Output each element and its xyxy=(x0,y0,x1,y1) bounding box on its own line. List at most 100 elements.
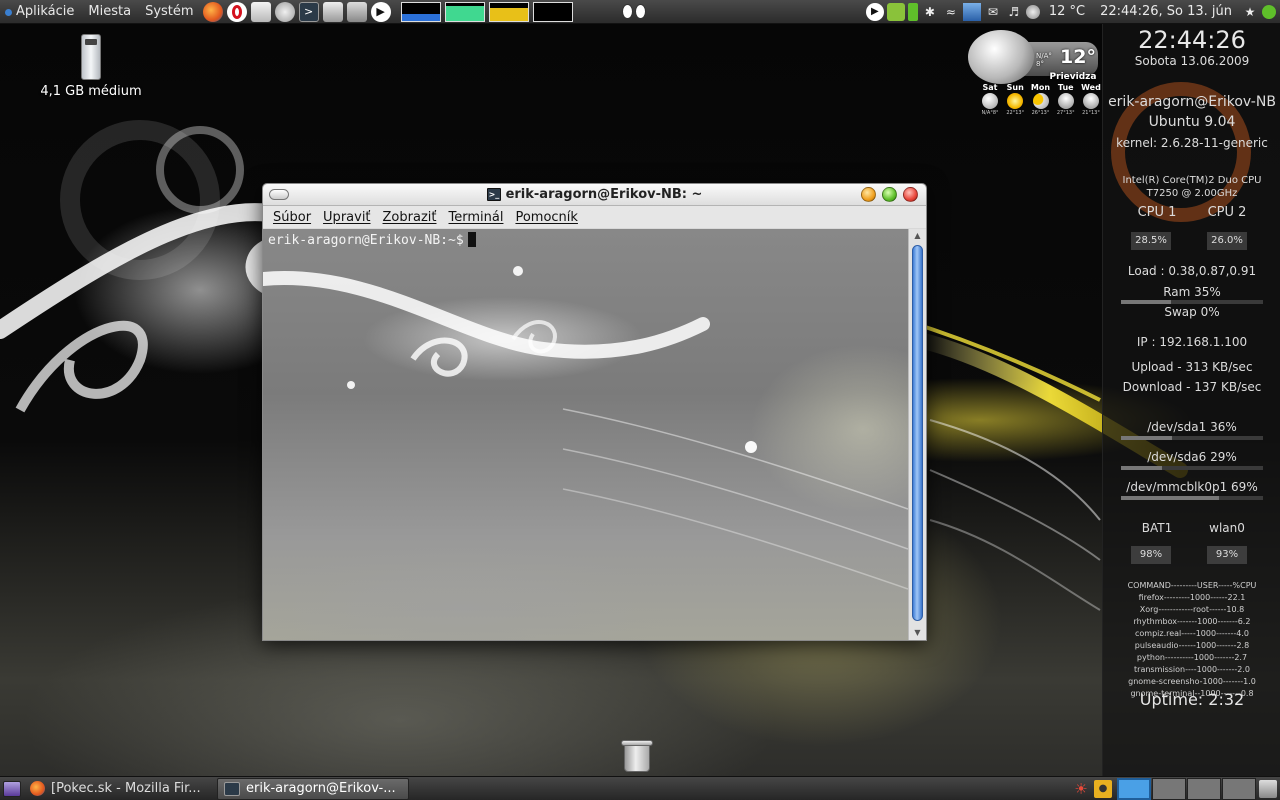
terminal-launcher-icon[interactable]: > xyxy=(298,1,319,22)
maximize-button[interactable] xyxy=(882,187,897,202)
forecast-temps: 21°13° xyxy=(1082,110,1100,116)
terminal-content[interactable]: erik-aragorn@Erikov-NB:~$ xyxy=(263,229,908,640)
lock-icon[interactable]: ● xyxy=(1094,779,1112,798)
menu-terminal[interactable]: Terminál xyxy=(443,210,510,225)
temperature-applet[interactable]: 12 °C xyxy=(1043,4,1091,19)
workspace-3[interactable] xyxy=(1187,777,1221,800)
applications-menu[interactable]: Aplikácie xyxy=(0,0,81,24)
system-menu[interactable]: Systém xyxy=(138,0,200,24)
weather-location: Prievidza xyxy=(1049,72,1097,82)
forecast-day-name: Mon xyxy=(1030,83,1051,92)
workspace-2[interactable] xyxy=(1152,777,1186,800)
wifi-icon[interactable]: ≈ xyxy=(942,3,960,21)
menu-file[interactable]: Súbor xyxy=(267,210,317,225)
prompt-text: erik-aragorn@Erikov-NB:~$ xyxy=(268,233,464,248)
drive-icon xyxy=(81,34,101,80)
sun-icon[interactable]: ☀ xyxy=(1072,780,1090,798)
menu-edit[interactable]: Upraviť xyxy=(317,210,376,225)
trash-icon[interactable] xyxy=(620,738,654,772)
terminal-window[interactable]: >_ erik-aragorn@Erikov-NB: ~ Súbor Uprav… xyxy=(262,183,927,641)
terminal-background-swirls xyxy=(263,266,908,590)
conky-battery-wlan-headers: BAT1 wlan0 xyxy=(1103,521,1280,535)
conky-load: Load : 0.38,0.87,0.91 xyxy=(1127,264,1257,278)
window-menu-button[interactable] xyxy=(269,189,289,200)
mail-client-icon[interactable] xyxy=(250,1,271,22)
status-online-icon[interactable] xyxy=(1262,4,1276,19)
update-notifier-icon[interactable] xyxy=(886,2,905,21)
show-desktop-icon[interactable] xyxy=(3,780,21,797)
forecast-day-name: Sat xyxy=(982,83,998,92)
forecast-day: Mon 26°13° xyxy=(1029,83,1053,116)
conky-monitor: 22:44:26 Sobota 13.06.2009 erik-aragorn@… xyxy=(1102,24,1280,776)
workspace-switcher xyxy=(1116,777,1256,800)
forecast-temps: 27°13° xyxy=(1056,110,1075,116)
sda1-bar-track xyxy=(1121,436,1263,440)
places-menu[interactable]: Miesta xyxy=(81,0,138,24)
taskbar-firefox[interactable]: [Pokec.sk - Mozilla Fir... xyxy=(24,778,214,800)
conky-user: erik-aragorn@Erikov-NB xyxy=(1108,94,1276,110)
weather-small-temps: N/A° 8° xyxy=(1036,52,1052,68)
memory-graph[interactable] xyxy=(444,1,485,22)
opera-icon[interactable] xyxy=(226,1,247,22)
ram-bar-track xyxy=(1121,300,1263,304)
forecast-day: Wed 21°13° xyxy=(1079,83,1103,116)
clock-applet[interactable]: 22:44:26, So 13. jún xyxy=(1094,4,1238,19)
cpu1-value: 28.5% xyxy=(1131,232,1171,250)
battery-icon[interactable] xyxy=(907,2,918,21)
bluetooth-icon[interactable]: ✱ xyxy=(921,3,939,21)
weather-icon[interactable] xyxy=(1025,4,1040,19)
menu-view[interactable]: Zobraziť xyxy=(377,210,443,225)
screenshot-icon[interactable] xyxy=(346,1,367,22)
firefox-icon[interactable] xyxy=(202,1,223,22)
media-player-launcher-icon[interactable] xyxy=(322,1,343,22)
conky-clock: 22:44:26 xyxy=(1138,26,1246,54)
mail-icon[interactable]: ✉ xyxy=(984,3,1002,21)
workspace-1[interactable] xyxy=(1117,777,1151,800)
user-switch-icon[interactable]: ★ xyxy=(1241,3,1259,21)
terminal-scrollbar[interactable]: ▲ ▼ xyxy=(908,229,926,640)
menu-help[interactable]: Pomocník xyxy=(509,210,583,225)
play-icon[interactable]: ▶ xyxy=(370,1,391,22)
weather-current-temp: 12° xyxy=(1060,46,1096,68)
terminal-title: >_ erik-aragorn@Erikov-NB: ~ xyxy=(486,187,703,202)
trash-can-body xyxy=(624,744,650,772)
terminal-title-text: erik-aragorn@Erikov-NB: ~ xyxy=(505,187,703,202)
chat-icon[interactable] xyxy=(274,1,295,22)
trash-can-lid xyxy=(621,740,653,746)
sun-icon xyxy=(1007,93,1024,109)
conky-swap: Swap 0% xyxy=(1164,305,1220,319)
network-graph[interactable] xyxy=(488,1,529,22)
close-button[interactable] xyxy=(903,187,918,202)
media-play-icon[interactable]: ▶ xyxy=(865,2,884,21)
workspace-4[interactable] xyxy=(1222,777,1256,800)
forecast-day: Sat N/A°8° xyxy=(978,83,1002,116)
minimize-button[interactable] xyxy=(861,187,876,202)
scroll-up-arrow-icon[interactable]: ▲ xyxy=(909,229,926,243)
sda1-bar xyxy=(1121,436,1173,440)
conky-uptime: Uptime: 2:32 xyxy=(1139,690,1245,709)
text-cursor xyxy=(467,232,476,247)
trash-applet-icon[interactable] xyxy=(1259,779,1277,798)
network-manager-icon[interactable] xyxy=(962,2,981,21)
removable-drive-icon[interactable]: 4,1 GB médium xyxy=(36,34,146,99)
scroll-down-arrow-icon[interactable]: ▼ xyxy=(909,626,926,640)
eyes-icon xyxy=(619,2,649,22)
forecast-day-name: Tue xyxy=(1057,83,1074,92)
conky-sda6: /dev/sda6 29% xyxy=(1147,450,1237,464)
moon-icon xyxy=(982,93,998,109)
cpu-graph[interactable] xyxy=(400,1,441,22)
mmc-bar xyxy=(1121,496,1219,500)
conky-ram: Ram 35% xyxy=(1163,285,1221,299)
volume-icon[interactable]: ♬ xyxy=(1005,3,1023,21)
system-tray: ▶ ✱ ≈ ✉ ♬ 12 °C 22:44:26, So 13. jún ★ xyxy=(865,2,1280,21)
terminal-menubar: Súbor Upraviť Zobraziť Terminál Pomocník xyxy=(263,206,926,228)
scrollbar-thumb[interactable] xyxy=(912,245,923,621)
battery-label: BAT1 xyxy=(1141,521,1173,535)
sda6-bar-track xyxy=(1121,466,1263,470)
cpu1-label: CPU 1 xyxy=(1137,205,1177,220)
disk-graph[interactable] xyxy=(532,1,573,22)
terminal-titlebar[interactable]: >_ erik-aragorn@Erikov-NB: ~ xyxy=(263,184,926,206)
battery-value: 98% xyxy=(1131,546,1171,564)
taskbar-terminal[interactable]: erik-aragorn@Erikov-... xyxy=(217,777,409,800)
conky-cpu-headers: CPU 1 CPU 2 xyxy=(1103,205,1280,220)
